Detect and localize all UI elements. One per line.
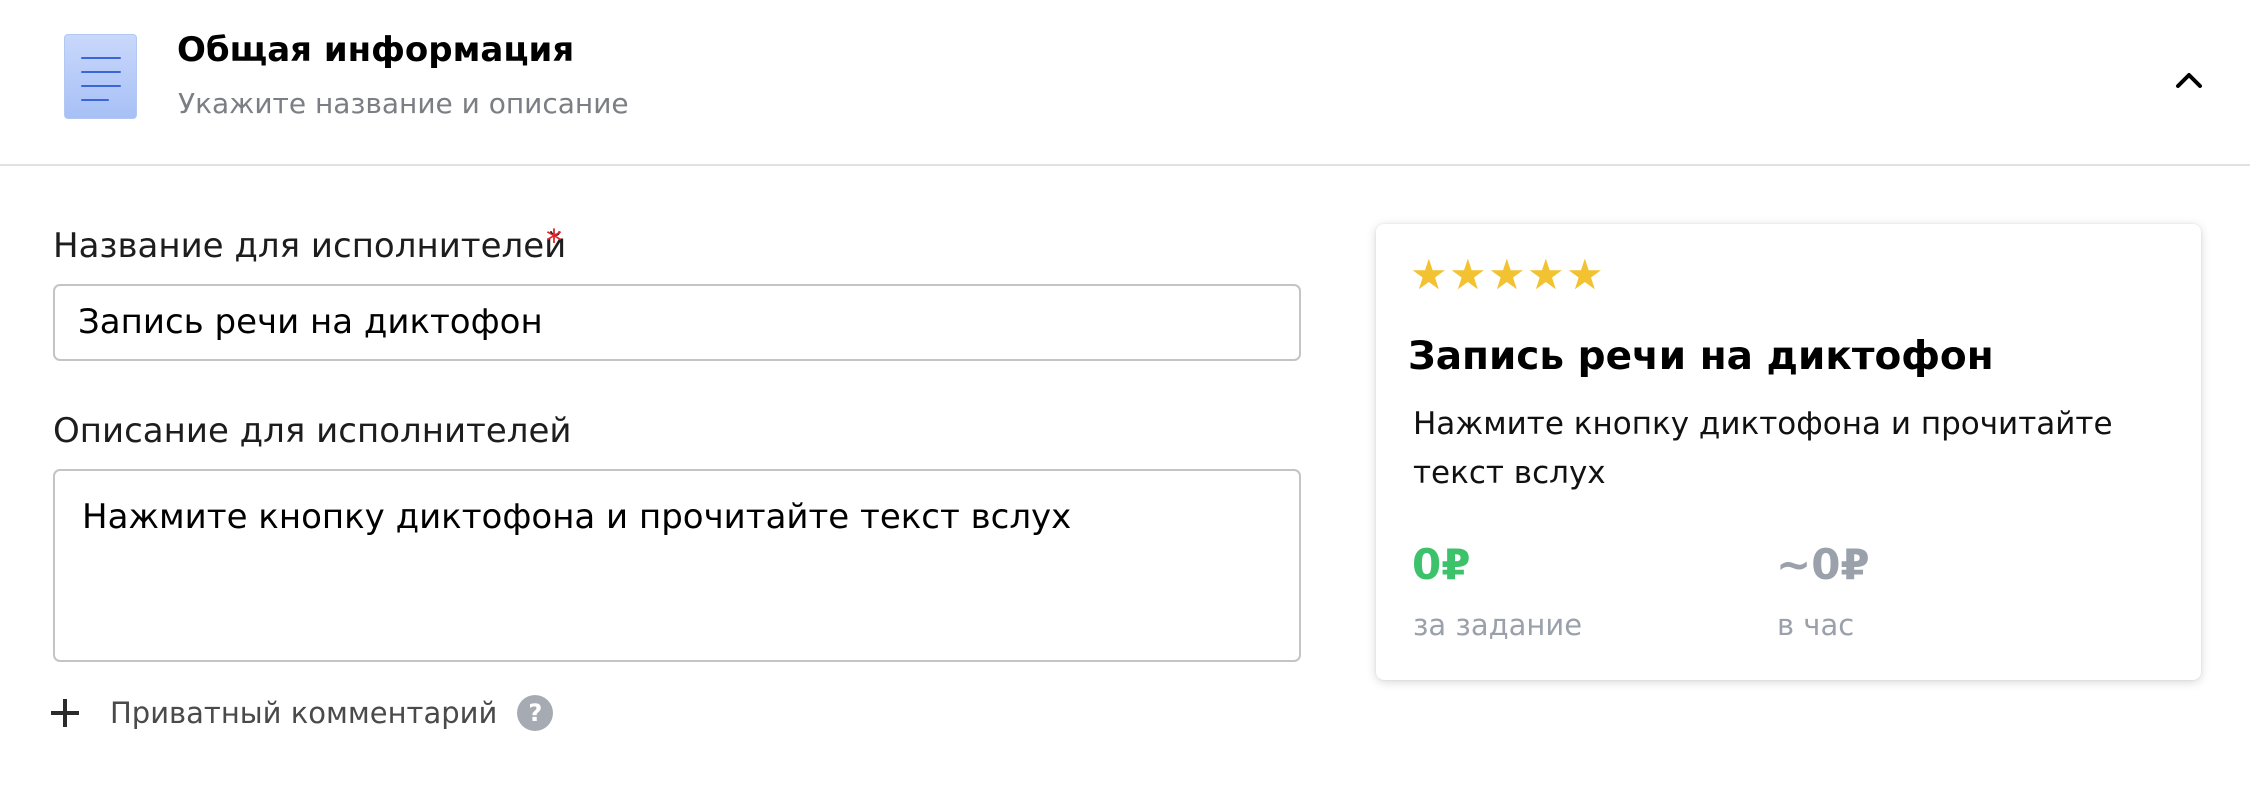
description-label: Описание для исполнителей [53,411,572,451]
help-icon[interactable]: ? [517,695,554,731]
chevron-up-icon[interactable] [2166,60,2212,100]
section-header[interactable]: Общая информация Укажите название и опис… [0,0,2250,166]
plus-icon [51,699,79,727]
add-private-comment-button[interactable]: Приватный комментарий ? [50,688,554,738]
star-icon: ★ [1449,250,1487,299]
document-icon [64,34,137,119]
private-comment-label: Приватный комментарий [110,696,498,730]
required-mark: * [546,222,562,260]
preview-title: Запись речи на диктофон [1408,334,1994,379]
description-textarea[interactable]: Нажмите кнопку диктофона и прочитайте те… [53,469,1301,662]
star-icon: ★ [1527,250,1565,299]
name-input[interactable]: Запись речи на диктофон [53,284,1301,361]
price-per-hour: ~0₽ [1776,540,1870,589]
rating-stars: ★ ★ ★ ★ ★ [1410,254,1605,296]
price-per-task: 0₽ [1412,540,1471,589]
star-icon: ★ [1566,250,1604,299]
price-per-hour-label: в час [1777,608,1855,642]
star-icon: ★ [1488,250,1526,299]
star-icon: ★ [1410,250,1448,299]
price-per-task-label: за задание [1413,608,1583,642]
section-title: Общая информация [177,30,575,70]
section-subtitle: Укажите название и описание [178,87,629,120]
preview-description: Нажмите кнопку диктофона и прочитайте те… [1413,406,2113,491]
name-label: Название для исполнителей [53,226,567,266]
task-preview-card: ★ ★ ★ ★ ★ Запись речи на диктофон Нажмит… [1376,224,2201,680]
